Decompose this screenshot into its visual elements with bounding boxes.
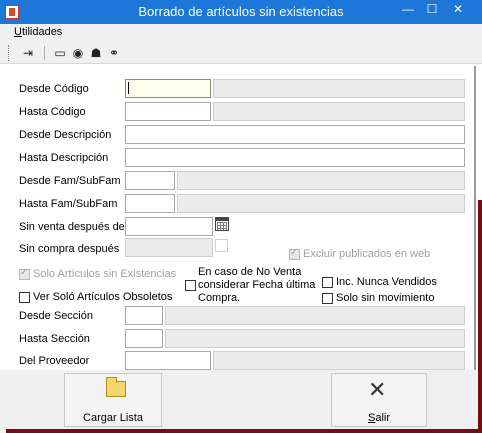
salir-label: Salir	[367, 412, 390, 424]
calendar-icon[interactable]	[215, 217, 229, 231]
no-venta-checkbox[interactable]	[185, 280, 196, 291]
del-proveedor-desc	[213, 351, 465, 370]
exit-door-icon[interactable]: ⇥	[20, 45, 36, 61]
hasta-descripcion-input[interactable]	[125, 148, 465, 167]
hasta-seccion-desc	[165, 329, 465, 348]
desde-fam-label: Desde Fam/SubFam	[19, 175, 121, 187]
excluir-publicados-label: Excluir publicados en web	[303, 248, 431, 260]
desde-codigo-desc	[213, 79, 465, 98]
hasta-codigo-desc	[213, 102, 465, 121]
cargar-lista-button[interactable]: Cargar Lista	[64, 373, 162, 427]
toolbar-grip[interactable]	[8, 45, 11, 61]
toolbar-separator	[44, 46, 45, 60]
hasta-codigo-label: Hasta Código	[19, 106, 86, 118]
desde-descripcion-input[interactable]	[125, 125, 465, 144]
hasta-seccion-input[interactable]	[125, 329, 163, 348]
background-window-edge	[478, 200, 482, 433]
desde-descripcion-label: Desde Descripción	[19, 129, 112, 141]
text-cursor	[128, 82, 129, 94]
sin-compra-date-input	[125, 238, 213, 257]
hasta-fam-desc	[177, 194, 465, 213]
desde-codigo-input[interactable]	[125, 79, 211, 98]
eye-icon[interactable]: ◉	[70, 45, 86, 61]
no-venta-label-line3: Compra.	[198, 292, 241, 304]
excluir-publicados-checkbox[interactable]	[289, 247, 300, 260]
ver-obsoletos-label: Ver Soló Artículos Obsoletos	[33, 291, 173, 303]
desde-fam-desc	[177, 171, 465, 190]
sin-compra-calendar-placeholder	[215, 239, 228, 252]
sin-venta-date-input[interactable]	[125, 217, 213, 236]
maximize-button[interactable]: ☐	[420, 0, 444, 22]
inc-nunca-vendidos-checkbox[interactable]	[322, 277, 333, 288]
cargar-lista-label: Cargar Lista	[83, 412, 143, 424]
solo-sin-existencias-checkbox[interactable]	[19, 267, 30, 280]
no-venta-label-line1: En caso de No Venta	[198, 266, 302, 278]
title-bar: Borrado de artículos sin existencias — ☐…	[0, 0, 482, 24]
users-icon[interactable]: ☗	[88, 45, 104, 61]
close-button[interactable]: ✕	[446, 0, 470, 22]
hasta-fam-input[interactable]	[125, 194, 175, 213]
hasta-fam-label: Hasta Fam/SubFam	[19, 198, 118, 210]
form-panel: Desde Código Hasta Código Desde Descripc…	[4, 66, 476, 370]
binoculars-icon[interactable]: ⚭	[106, 45, 122, 61]
folder-icon	[106, 377, 126, 397]
ver-obsoletos-checkbox[interactable]	[19, 292, 30, 303]
sin-venta-label: Sin venta después de	[19, 221, 125, 233]
desde-seccion-label: Desde Sección	[19, 310, 93, 322]
inc-nunca-vendidos-label: Inc. Nunca Vendidos	[336, 276, 437, 288]
menu-utilidades[interactable]: Utilidades	[14, 26, 62, 38]
solo-sin-movimiento-checkbox[interactable]	[322, 293, 333, 304]
desde-seccion-desc	[165, 306, 465, 325]
hasta-descripcion-label: Hasta Descripción	[19, 152, 109, 164]
page-icon[interactable]: ▭	[52, 45, 68, 61]
close-icon: ✕	[368, 377, 387, 402]
del-proveedor-label: Del Proveedor	[19, 355, 90, 367]
sin-compra-label: Sin compra después	[19, 243, 120, 255]
window: Borrado de artículos sin existencias — ☐…	[0, 0, 482, 433]
desde-fam-input[interactable]	[125, 171, 175, 190]
salir-button[interactable]: ✕ Salir	[331, 373, 427, 427]
no-venta-label-line2: considerar Fecha última	[198, 279, 316, 291]
del-proveedor-input[interactable]	[125, 351, 211, 370]
toolbar: ⇥ ▭ ◉ ☗ ⚭	[0, 42, 482, 64]
menu-bar: Utilidades	[0, 24, 482, 42]
hasta-seccion-label: Hasta Sección	[19, 333, 90, 345]
calendar-grid	[217, 222, 227, 230]
solo-sin-movimiento-label: Solo sin movimiento	[336, 292, 435, 304]
background-window-edge-bottom	[6, 429, 482, 433]
minimize-button[interactable]: —	[396, 0, 420, 22]
solo-sin-existencias-label: Solo Artículos sin Existencias	[33, 268, 177, 280]
hasta-codigo-input[interactable]	[125, 102, 211, 121]
desde-codigo-label: Desde Código	[19, 83, 89, 95]
desde-seccion-input[interactable]	[125, 306, 163, 325]
